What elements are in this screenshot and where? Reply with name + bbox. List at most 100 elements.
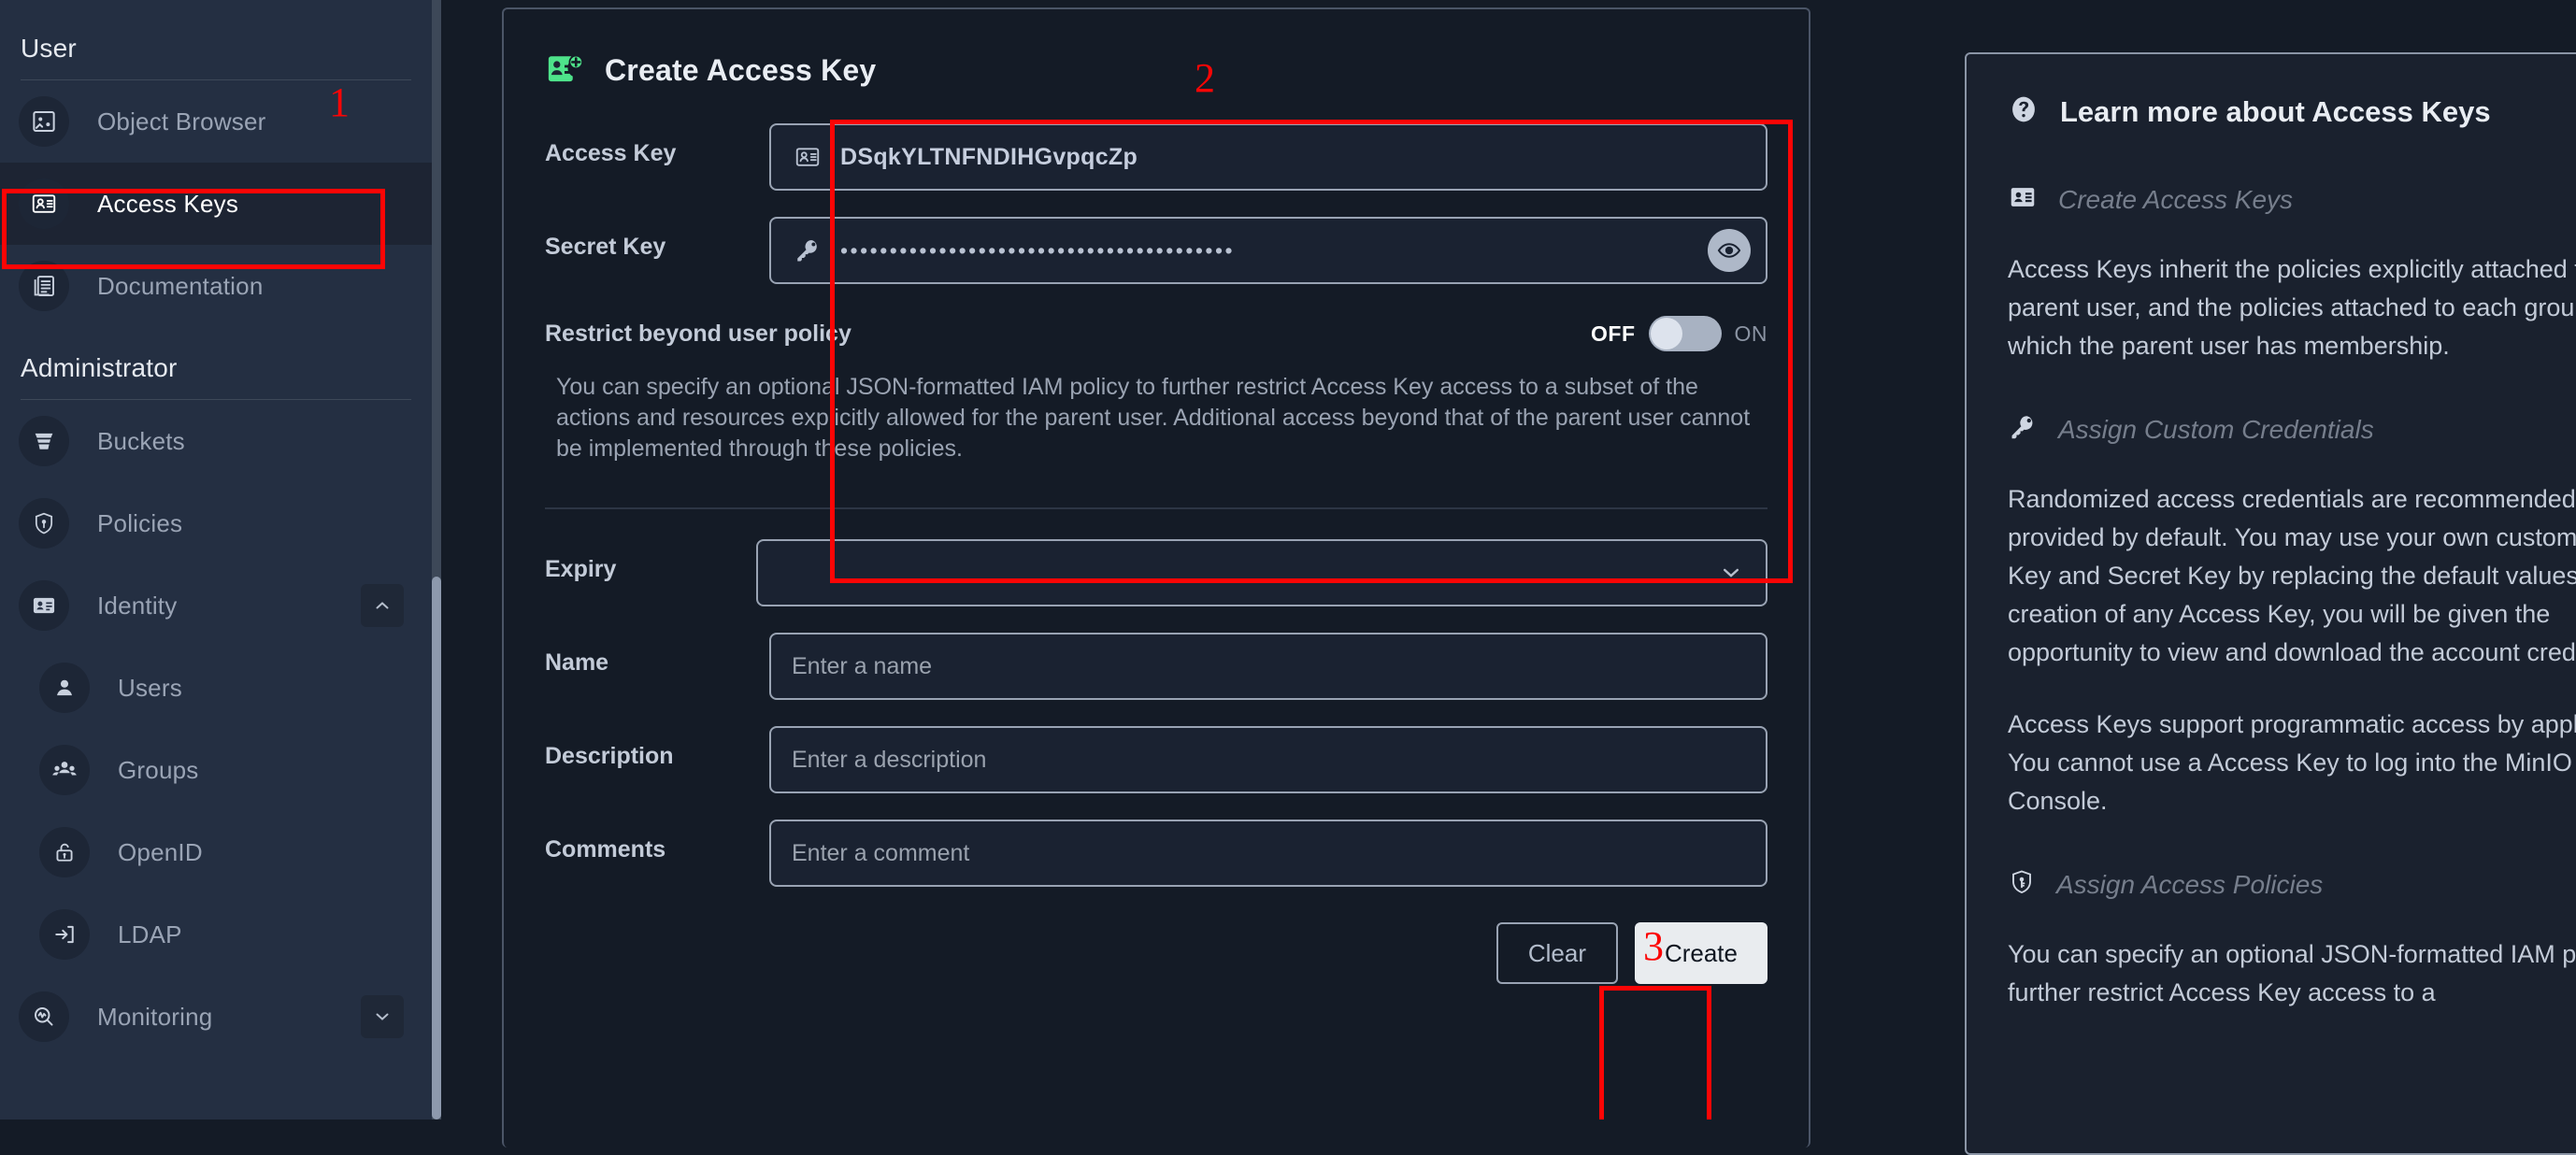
restrict-policy-label: Restrict beyond user policy: [545, 320, 852, 347]
sidebar-item-buckets[interactable]: Buckets: [0, 400, 432, 482]
restrict-policy-description: You can specify an optional JSON-formatt…: [556, 374, 1751, 462]
help-paragraph: You can specify an optional JSON-formatt…: [2008, 940, 2576, 1007]
id-card-icon: [792, 141, 823, 173]
help-section-heading: Assign Access Policies: [2008, 867, 2576, 902]
restrict-policy-row: Restrict beyond user policy OFF ON: [545, 316, 1767, 351]
sidebar-item-label: Groups: [118, 755, 199, 784]
create-access-key-form: Access Key DSqkYLTNFNDIHGvpqcZp Secret K…: [504, 123, 1809, 887]
help-panel: Learn more about Access Keys Create Acce…: [1965, 52, 2576, 1155]
sidebar-scrollbar-thumb[interactable]: [432, 577, 441, 1119]
chevron-up-icon[interactable]: [361, 584, 404, 627]
form-divider: [545, 507, 1767, 509]
help-section-title: Create Access Keys: [2058, 184, 2294, 214]
help-section-heading: Create Access Keys: [2008, 182, 2576, 217]
secret-key-row: Secret Key •••••••••••••••••••••••••••••…: [545, 217, 1767, 284]
comments-input[interactable]: Enter a comment: [769, 820, 1767, 887]
bucket-icon: [19, 416, 69, 466]
sidebar-item-label: Users: [118, 673, 182, 702]
access-keys-icon: [19, 178, 69, 229]
sidebar-item-label: LDAP: [118, 920, 182, 948]
expiry-row: Expiry: [545, 539, 1767, 606]
help-section-heading: Assign Custom Credentials: [2008, 412, 2576, 447]
toggle-knob: [1650, 318, 1682, 349]
sidebar-item-label: Identity: [97, 591, 178, 620]
sidebar-item-identity[interactable]: Identity: [0, 564, 432, 647]
help-section-title: Assign Custom Credentials: [2058, 414, 2374, 444]
help-paragraph: Access Keys support programmatic access …: [2008, 710, 2576, 816]
help-section-title: Assign Access Policies: [2056, 869, 2324, 899]
sidebar-item-label: Monitoring: [97, 1002, 213, 1031]
sidebar-item-documentation[interactable]: Documentation: [0, 245, 432, 327]
description-input[interactable]: Enter a description: [769, 726, 1767, 793]
login-arrow-icon: [39, 909, 90, 960]
shield-key-icon: [2008, 867, 2036, 902]
documentation-icon: [19, 261, 69, 311]
access-key-input[interactable]: DSqkYLTNFNDIHGvpqcZp: [769, 123, 1767, 191]
comments-placeholder: Enter a comment: [792, 839, 970, 866]
page-title: Create Access Key: [605, 52, 877, 87]
secret-key-label: Secret Key: [545, 234, 666, 260]
clear-button[interactable]: Clear: [1496, 922, 1618, 984]
sidebar-item-object-browser[interactable]: Object Browser: [0, 80, 432, 163]
sidebar-item-access-keys[interactable]: Access Keys: [0, 163, 432, 245]
description-label: Description: [545, 743, 674, 769]
name-placeholder: Enter a name: [792, 652, 933, 679]
form-actions: Clear Create: [504, 922, 1809, 984]
sidebar-item-ldap[interactable]: LDAP: [0, 893, 432, 976]
sidebar-item-openid[interactable]: OpenID: [0, 811, 432, 893]
minio-console-window: User Object Browser Access Keys Document…: [0, 0, 2576, 1155]
restrict-policy-toggle[interactable]: [1648, 316, 1722, 351]
sidebar-item-groups[interactable]: Groups: [0, 729, 432, 811]
policy-shield-icon: [19, 498, 69, 549]
sidebar-item-users[interactable]: Users: [0, 647, 432, 729]
open-lock-icon: [39, 827, 90, 877]
access-key-label: Access Key: [545, 140, 677, 166]
identity-card-icon: [19, 580, 69, 631]
question-circle-icon: [2008, 93, 2039, 130]
sidebar-item-label: Access Keys: [97, 189, 239, 218]
toggle-off-label: OFF: [1591, 321, 1636, 346]
name-input[interactable]: Enter a name: [769, 633, 1767, 700]
expiry-label: Expiry: [545, 556, 617, 582]
restrict-policy-toggle-group: OFF ON: [1591, 316, 1767, 351]
sidebar-item-label: OpenID: [118, 837, 203, 866]
toggle-on-label: ON: [1734, 321, 1767, 346]
description-row: Description Enter a description: [545, 726, 1767, 793]
chevron-down-icon[interactable]: [361, 995, 404, 1038]
access-key-value: DSqkYLTNFNDIHGvpqcZp: [840, 143, 1138, 170]
key-icon: [2008, 412, 2038, 447]
user-icon: [39, 663, 90, 713]
sidebar-section-title-administrator: Administrator: [21, 353, 178, 382]
key-icon: [792, 235, 823, 266]
expiry-select[interactable]: [756, 539, 1767, 606]
create-button[interactable]: Create: [1634, 922, 1767, 984]
help-panel-header: Learn more about Access Keys: [2008, 93, 2576, 130]
eye-icon[interactable]: [1708, 229, 1751, 272]
help-paragraph: Access Keys inherit the policies explici…: [2008, 255, 2576, 361]
help-panel-title: Learn more about Access Keys: [2060, 94, 2491, 128]
sidebar: User Object Browser Access Keys Document…: [0, 0, 432, 1119]
sidebar-item-label: Policies: [97, 508, 183, 537]
help-paragraph: Randomized access credentials are recomm…: [2008, 485, 2576, 667]
create-access-key-panel: Create Access Key Access Key DSqkYLTNFND…: [502, 7, 1810, 1148]
secret-key-masked-value: ••••••••••••••••••••••••••••••••••••••••: [840, 239, 1236, 262]
sidebar-section-title-user: User: [21, 34, 77, 63]
comments-label: Comments: [545, 836, 666, 863]
sidebar-item-monitoring[interactable]: Monitoring: [0, 976, 432, 1058]
access-key-row: Access Key DSqkYLTNFNDIHGvpqcZp: [545, 123, 1767, 191]
create-access-key-icon: [545, 50, 584, 90]
description-placeholder: Enter a description: [792, 746, 987, 773]
sidebar-item-label: Documentation: [97, 271, 264, 300]
name-label: Name: [545, 649, 609, 676]
monitoring-icon: [19, 991, 69, 1042]
sidebar-item-label: Object Browser: [97, 107, 266, 135]
secret-key-input[interactable]: ••••••••••••••••••••••••••••••••••••••••: [769, 217, 1767, 284]
sidebar-item-policies[interactable]: Policies: [0, 482, 432, 564]
page-header: Create Access Key: [545, 50, 1809, 90]
name-row: Name Enter a name: [545, 633, 1767, 700]
id-card-icon: [2008, 182, 2038, 217]
object-browser-icon: [19, 96, 69, 147]
sidebar-item-label: Buckets: [97, 426, 185, 455]
groups-icon: [39, 745, 90, 795]
chevron-down-icon[interactable]: [1715, 557, 1747, 589]
